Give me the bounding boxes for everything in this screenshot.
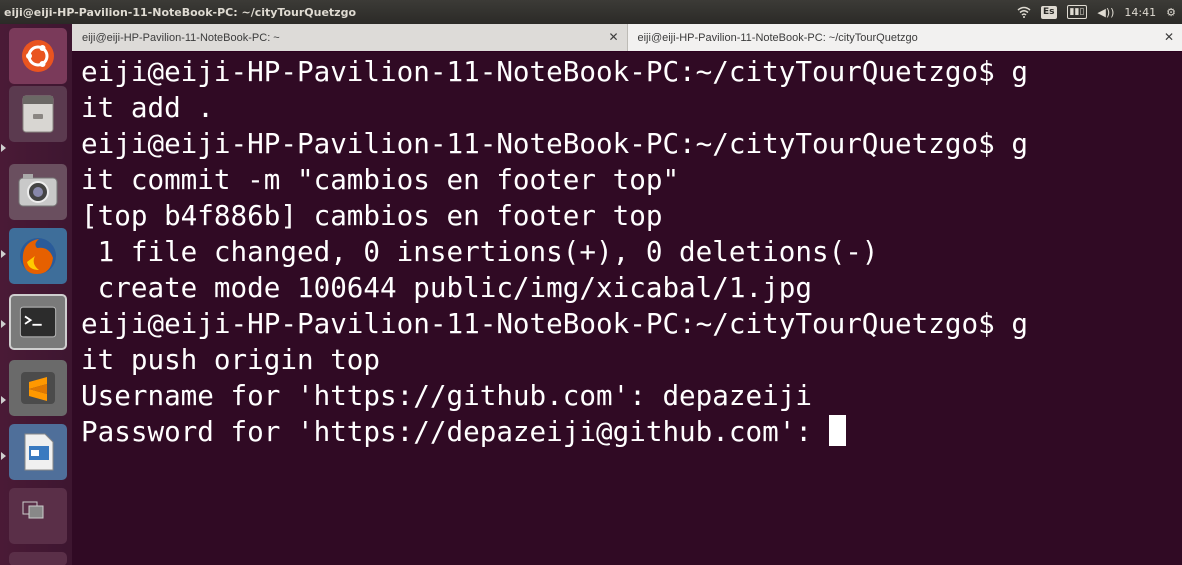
tab-citytourquetzgo[interactable]: eiji@eiji-HP-Pavilion-11-NoteBook-PC: ~/… [627, 24, 1182, 51]
tab-label: eiji@eiji-HP-Pavilion-11-NoteBook-PC: ~ [82, 31, 280, 44]
camera-shotwell-icon[interactable] [9, 164, 67, 220]
running-indicator [1, 320, 6, 328]
close-icon[interactable]: ✕ [608, 30, 618, 44]
top-panel: eiji@eiji-HP-Pavilion-11-NoteBook-PC: ~/… [0, 0, 1182, 24]
battery-icon[interactable]: ▮▮▯ [1066, 5, 1088, 19]
terminal-window: eiji@eiji-HP-Pavilion-11-NoteBook-PC: ~ … [72, 24, 1182, 565]
files-icon[interactable] [9, 86, 67, 142]
workspace-switcher-icon[interactable] [9, 488, 67, 544]
tab-home[interactable]: eiji@eiji-HP-Pavilion-11-NoteBook-PC: ~ … [72, 24, 628, 51]
terminal-line: it push origin top [81, 343, 381, 376]
libreoffice-impress-icon[interactable] [9, 424, 67, 480]
terminal-line: eiji@eiji-HP-Pavilion-11-NoteBook-PC:~/c… [81, 307, 1028, 340]
terminal-icon[interactable] [9, 294, 67, 350]
running-indicator [1, 250, 6, 258]
settings-gear-icon[interactable]: ⚙ [1166, 6, 1176, 19]
terminal-line: eiji@eiji-HP-Pavilion-11-NoteBook-PC:~/c… [81, 55, 1028, 88]
terminal-line: it commit -m "cambios en footer top" [81, 163, 680, 196]
keyboard-layout-indicator[interactable]: Es [1041, 5, 1057, 19]
tab-label: eiji@eiji-HP-Pavilion-11-NoteBook-PC: ~/… [637, 31, 918, 44]
tab-bar: eiji@eiji-HP-Pavilion-11-NoteBook-PC: ~ … [72, 24, 1182, 51]
terminal-line: create mode 100644 public/img/xicabal/1.… [81, 271, 812, 304]
unity-launcher [0, 24, 72, 565]
wifi-icon[interactable] [1017, 6, 1031, 18]
close-icon[interactable]: ✕ [1164, 30, 1174, 44]
running-indicator [1, 144, 6, 152]
volume-icon[interactable]: ◀)) [1097, 6, 1114, 19]
terminal-line: [top b4f886b] cambios en footer top [81, 199, 663, 232]
firefox-icon[interactable] [9, 228, 67, 284]
ubuntu-dash-icon[interactable] [9, 28, 67, 84]
terminal-cursor [828, 415, 846, 446]
terminal-output[interactable]: eiji@eiji-HP-Pavilion-11-NoteBook-PC:~/c… [72, 52, 1182, 565]
window-title: eiji@eiji-HP-Pavilion-11-NoteBook-PC: ~/… [4, 5, 357, 19]
clock[interactable]: 14:41 [1124, 6, 1156, 19]
sublime-text-icon[interactable] [9, 360, 67, 416]
terminal-line: Password for 'https://depazeiji@github.c… [81, 415, 829, 448]
terminal-line: Username for 'https://github.com': depaz… [81, 379, 812, 412]
terminal-line: it add . [81, 91, 214, 124]
trash-icon[interactable] [9, 552, 67, 565]
running-indicator [1, 452, 6, 460]
indicator-area: Es ▮▮▯ ◀)) 14:41 ⚙ [1017, 0, 1176, 24]
running-indicator [1, 396, 6, 404]
terminal-line: 1 file changed, 0 insertions(+), 0 delet… [81, 235, 879, 268]
terminal-line: eiji@eiji-HP-Pavilion-11-NoteBook-PC:~/c… [81, 127, 1028, 160]
